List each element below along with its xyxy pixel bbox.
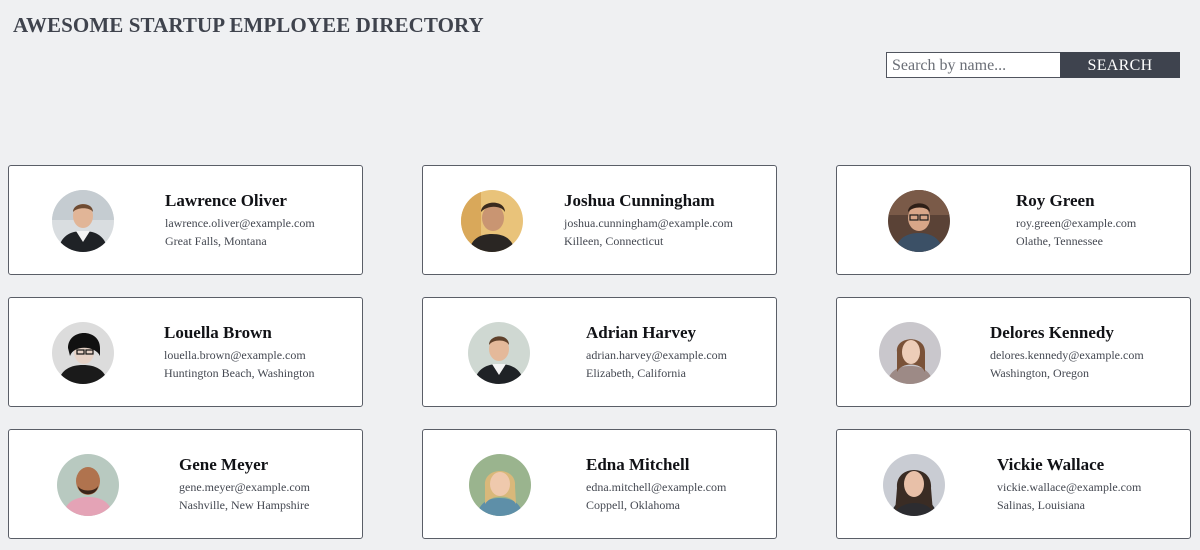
employee-location: Huntington Beach, Washington: [164, 366, 315, 380]
employee-card[interactable]: Gene Meyer gene.meyer@example.com Nashvi…: [8, 429, 363, 539]
employee-location: Coppell, Oklahoma: [586, 498, 680, 512]
employee-email: louella.brown@example.com: [164, 348, 306, 362]
employee-card[interactable]: Delores Kennedy delores.kennedy@example.…: [836, 297, 1191, 407]
page-title: AWESOME STARTUP EMPLOYEE DIRECTORY: [13, 13, 484, 37]
avatar: [469, 454, 531, 516]
employee-info: Lawrence Oliver lawrence.oliver@example.…: [165, 190, 315, 250]
search-input[interactable]: [886, 52, 1060, 78]
employee-card[interactable]: Louella Brown louella.brown@example.com …: [8, 297, 363, 407]
employee-location: Elizabeth, California: [586, 366, 686, 380]
employee-card[interactable]: Roy Green roy.green@example.com Olathe, …: [836, 165, 1191, 275]
employee-info: Gene Meyer gene.meyer@example.com Nashvi…: [179, 454, 310, 514]
employee-card[interactable]: Edna Mitchell edna.mitchell@example.com …: [422, 429, 777, 539]
avatar: [57, 454, 119, 516]
employee-info: Louella Brown louella.brown@example.com …: [164, 322, 314, 382]
employee-location: Great Falls, Montana: [165, 234, 267, 248]
employee-name: Edna Mitchell: [586, 455, 690, 474]
employee-name: Louella Brown: [164, 323, 272, 342]
employee-location: Killeen, Connecticut: [564, 234, 664, 248]
employee-location: Nashville, New Hampshire: [179, 498, 310, 512]
employee-name: Gene Meyer: [179, 455, 269, 474]
avatar: [52, 322, 114, 384]
employee-info: Roy Green roy.green@example.com Olathe, …: [1016, 190, 1136, 250]
employee-card[interactable]: Vickie Wallace vickie.wallace@example.co…: [836, 429, 1191, 539]
avatar: [883, 454, 945, 516]
employee-email: edna.mitchell@example.com: [586, 480, 727, 494]
employee-name: Vickie Wallace: [997, 455, 1105, 474]
employee-card[interactable]: Joshua Cunningham joshua.cunningham@exam…: [422, 165, 777, 275]
employee-email: joshua.cunningham@example.com: [564, 216, 734, 230]
employee-email: delores.kennedy@example.com: [990, 348, 1144, 362]
employee-email: vickie.wallace@example.com: [997, 480, 1142, 494]
employee-name: Adrian Harvey: [586, 323, 697, 342]
employee-card[interactable]: Lawrence Oliver lawrence.oliver@example.…: [8, 165, 363, 275]
employee-name: Roy Green: [1016, 191, 1095, 210]
employee-email: gene.meyer@example.com: [179, 480, 310, 494]
employee-name: Joshua Cunningham: [564, 191, 715, 210]
search-button[interactable]: SEARCH: [1060, 52, 1180, 78]
employee-email: lawrence.oliver@example.com: [165, 216, 315, 230]
avatar: [52, 190, 114, 252]
avatar: [879, 322, 941, 384]
employee-location: Salinas, Louisiana: [997, 498, 1085, 512]
employee-location: Olathe, Tennessee: [1016, 234, 1103, 248]
avatar: [461, 190, 523, 252]
employee-name: Delores Kennedy: [990, 323, 1114, 342]
employee-card[interactable]: Adrian Harvey adrian.harvey@example.com …: [422, 297, 777, 407]
employee-name: Lawrence Oliver: [165, 191, 287, 210]
employee-email: adrian.harvey@example.com: [586, 348, 727, 362]
employee-info: Edna Mitchell edna.mitchell@example.com …: [586, 454, 726, 514]
avatar: [888, 190, 950, 252]
search-form: SEARCH: [886, 52, 1180, 78]
employee-info: Vickie Wallace vickie.wallace@example.co…: [997, 454, 1141, 514]
avatar: [468, 322, 530, 384]
employee-info: Joshua Cunningham joshua.cunningham@exam…: [564, 190, 733, 250]
employee-info: Delores Kennedy delores.kennedy@example.…: [990, 322, 1144, 382]
employee-location: Washington, Oregon: [990, 366, 1090, 380]
employee-info: Adrian Harvey adrian.harvey@example.com …: [586, 322, 727, 382]
employee-email: roy.green@example.com: [1016, 216, 1137, 230]
